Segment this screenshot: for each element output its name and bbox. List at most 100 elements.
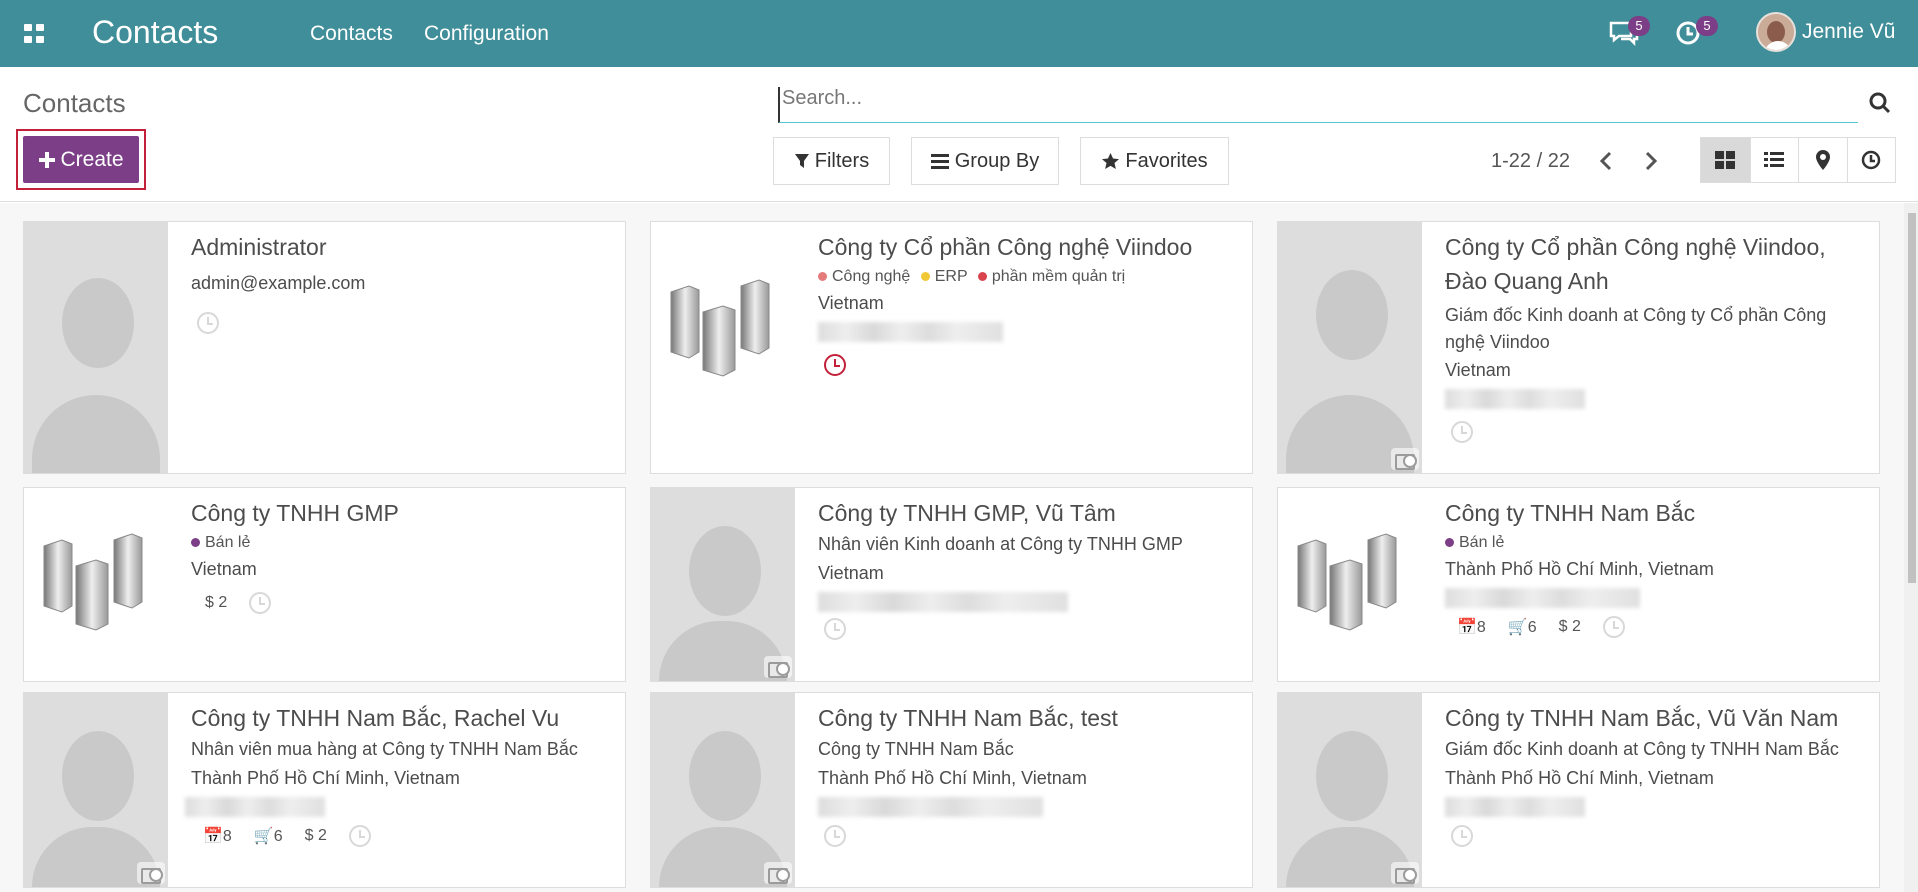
- contact-country: Vietnam: [818, 563, 884, 583]
- map-view-icon[interactable]: [1798, 138, 1847, 182]
- pager-previous-icon[interactable]: [1598, 151, 1614, 171]
- group-by-label: Group By: [954, 149, 1040, 172]
- app-title: Contacts: [92, 14, 219, 50]
- tag: phần mềm quản trị: [991, 268, 1126, 285]
- contact-email: admin@example.com: [191, 273, 366, 293]
- menu-contacts[interactable]: Contacts: [310, 22, 393, 46]
- contact-placeholder-image: [651, 693, 795, 887]
- sales-count[interactable]: $ 2: [205, 594, 227, 612]
- search-icon[interactable]: [1868, 91, 1892, 115]
- group-by-button[interactable]: Group By: [911, 137, 1059, 185]
- contact-name: Công ty TNHH Nam Bắc: [1445, 500, 1696, 526]
- contact-country: Vietnam: [191, 559, 257, 579]
- company-image: [24, 488, 168, 681]
- contact-card[interactable]: Công ty TNHH Nam Bắc, Rachel Vu Nhân viê…: [23, 692, 626, 888]
- camera-icon[interactable]: [1391, 862, 1419, 884]
- activity-view-icon[interactable]: [1846, 138, 1896, 182]
- camera-icon[interactable]: [1391, 448, 1419, 470]
- meetings-count[interactable]: 📅8: [203, 826, 232, 846]
- favorites-button[interactable]: Favorites: [1080, 137, 1229, 185]
- contact-card[interactable]: Công ty TNHH Nam Bắc, test Công ty TNHH …: [650, 692, 1253, 888]
- activity-clock-icon[interactable]: [1602, 616, 1625, 638]
- tag-list: Bán lẻ: [191, 530, 613, 555]
- filters-button[interactable]: Filters: [773, 137, 890, 185]
- company-image: [1278, 488, 1422, 681]
- redacted-field: [818, 592, 1068, 612]
- list-view-icon[interactable]: [1749, 138, 1799, 182]
- activities-badge: 5: [1696, 16, 1718, 36]
- contact-card[interactable]: Công ty TNHH GMP Bán lẻ Vietnam $ 2: [23, 487, 626, 682]
- orders-count[interactable]: 🛒6: [1508, 617, 1537, 637]
- filters-label: Filters: [814, 149, 870, 172]
- contact-card[interactable]: Administrator admin@example.com: [23, 221, 626, 474]
- contact-job: Nhân viên mua hàng at Công ty TNHH Nam B…: [191, 739, 578, 759]
- contact-card[interactable]: Công ty TNHH GMP, Vũ Tâm Nhân viên Kinh …: [650, 487, 1253, 682]
- redacted-field: [1445, 797, 1585, 817]
- contact-country: Vietnam: [1445, 360, 1511, 380]
- contact-name: Công ty Cổ phần Công nghệ Viindoo, Đào Q…: [1445, 234, 1826, 294]
- orders-count[interactable]: 🛒6: [254, 826, 283, 846]
- tag: Công nghệ: [832, 268, 911, 285]
- apps-menu-icon[interactable]: [24, 24, 44, 43]
- activity-clock-icon[interactable]: [824, 825, 846, 847]
- plus-icon: [39, 151, 56, 168]
- activity-clock-icon[interactable]: [824, 354, 846, 376]
- tag: Bán lẻ: [1459, 534, 1505, 551]
- contact-placeholder-image: [24, 222, 168, 473]
- create-highlight: Create: [16, 129, 146, 190]
- contact-country: Thành Phố Hồ Chí Minh, Vietnam: [1445, 768, 1714, 788]
- contact-card[interactable]: Công ty TNHH Nam Bắc, Vũ Văn Nam Giám đố…: [1277, 692, 1880, 888]
- activity-clock-icon[interactable]: [1451, 421, 1473, 443]
- contact-name: Công ty TNHH GMP: [191, 500, 399, 526]
- messages-badge: 5: [1628, 16, 1650, 36]
- company-building-icon: [670, 279, 770, 377]
- activity-clock-icon[interactable]: [348, 825, 371, 847]
- contact-country: Thành Phố Hồ Chí Minh, Vietnam: [818, 768, 1087, 788]
- user-menu[interactable]: Jennie Vũ: [1756, 12, 1895, 52]
- contact-card[interactable]: Công ty TNHH Nam Bắc Bán lẻ Thành Phố Hồ…: [1277, 487, 1880, 682]
- activity-clock-icon[interactable]: [824, 618, 846, 640]
- sales-count[interactable]: $ 2: [305, 827, 327, 845]
- tag-list: Công nghệ ERP phần mềm quản trị: [818, 264, 1240, 289]
- contact-job: Giám đốc Kinh doanh at Công ty TNHH Nam …: [1445, 739, 1839, 759]
- meetings-count[interactable]: 📅8: [1457, 617, 1486, 637]
- user-name: Jennie Vũ: [1802, 20, 1896, 43]
- pager-value[interactable]: 1-22 / 22: [1491, 150, 1570, 173]
- top-navbar: Contacts Contacts Configuration 5 5 Jenn…: [0, 0, 1918, 67]
- camera-icon[interactable]: [764, 862, 792, 884]
- company-building-icon: [1297, 533, 1397, 631]
- activity-clock-icon[interactable]: [197, 312, 219, 334]
- filter-icon: [794, 154, 809, 168]
- menu-configuration[interactable]: Configuration: [424, 22, 549, 46]
- kanban-board: Administrator admin@example.com Công ty …: [0, 203, 1904, 892]
- create-button[interactable]: Create: [23, 136, 139, 183]
- camera-icon[interactable]: [764, 656, 792, 678]
- scrollbar[interactable]: [1904, 203, 1918, 892]
- contact-name: Administrator: [191, 234, 327, 260]
- activity-clock-icon[interactable]: [249, 592, 272, 614]
- favorites-label: Favorites: [1125, 149, 1208, 172]
- camera-icon[interactable]: [137, 862, 165, 884]
- company-image: [651, 222, 795, 473]
- kanban-view-icon[interactable]: [1701, 138, 1750, 182]
- page-title: Contacts: [23, 88, 126, 118]
- contact-placeholder-image: [1278, 222, 1422, 473]
- control-panel: Contacts Create Search... Filters Group …: [0, 67, 1918, 202]
- activity-clock-icon[interactable]: [1451, 825, 1473, 847]
- pager-next-icon[interactable]: [1643, 151, 1659, 171]
- contact-country: Thành Phố Hồ Chí Minh, Vietnam: [191, 768, 460, 788]
- user-avatar: [1756, 12, 1796, 52]
- scrollbar-thumb[interactable]: [1908, 213, 1916, 583]
- contact-name: Công ty TNHH Nam Bắc, Rachel Vu: [191, 705, 560, 731]
- contact-name: Công ty Cổ phần Công nghệ Viindoo: [818, 234, 1193, 260]
- contact-card[interactable]: Công ty Cổ phần Công nghệ Viindoo, Đào Q…: [1277, 221, 1880, 474]
- redacted-field: [818, 797, 1043, 817]
- dollar-icon: $: [205, 594, 219, 611]
- redacted-field: [1445, 389, 1585, 409]
- create-label: Create: [60, 147, 124, 171]
- contact-country: Thành Phố Hồ Chí Minh, Vietnam: [1445, 559, 1714, 579]
- company-building-icon: [43, 533, 143, 631]
- contact-card[interactable]: Công ty Cổ phần Công nghệ Viindoo Công n…: [650, 221, 1253, 474]
- search-input[interactable]: Search...: [778, 87, 1858, 123]
- sales-count[interactable]: $ 2: [1559, 618, 1581, 636]
